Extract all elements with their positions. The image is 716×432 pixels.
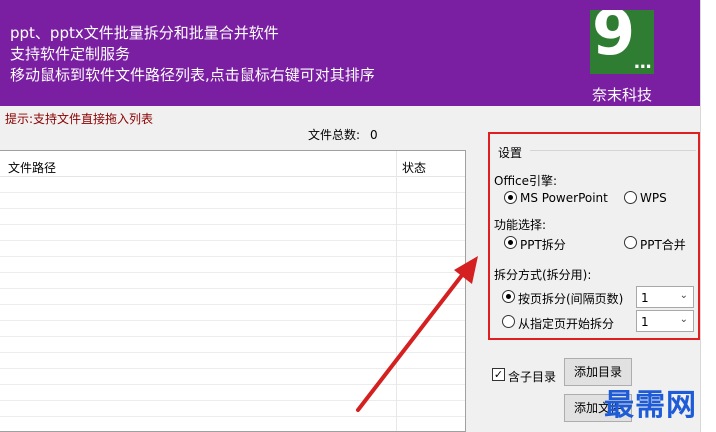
watermark: 最需网 — [604, 388, 697, 423]
annotation-arrow — [356, 256, 478, 412]
